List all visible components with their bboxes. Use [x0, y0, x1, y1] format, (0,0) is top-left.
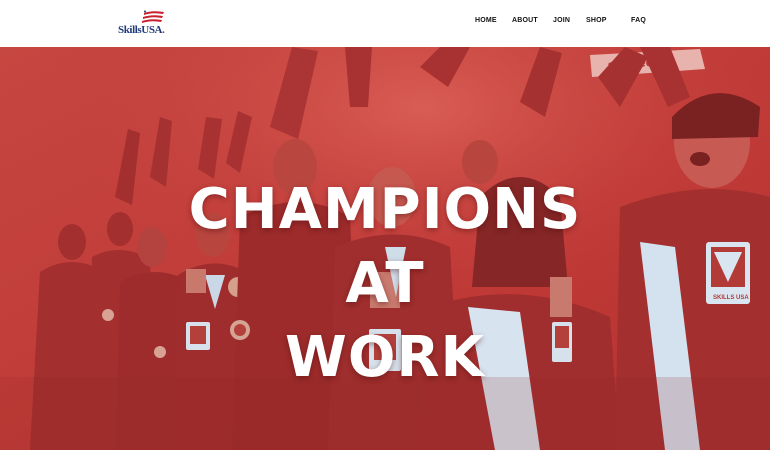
logo-wordmark: SkillsUSA.	[118, 24, 165, 36]
site-header: SkillsUSA. HOME ABOUT JOIN SHOP FAQ	[0, 0, 770, 47]
nav-join[interactable]: JOIN	[553, 17, 570, 24]
page: SkillsUSA. HOME ABOUT JOIN SHOP FAQ SKIL…	[0, 0, 770, 450]
hero-section: spected	[0, 47, 770, 450]
nav-shop[interactable]: SHOP	[586, 17, 607, 24]
nav-home[interactable]: HOME	[475, 17, 497, 24]
hero-title-line-3: WORK	[285, 324, 485, 390]
flag-stripes-icon	[142, 10, 164, 23]
nav-about[interactable]: ABOUT	[512, 17, 538, 24]
hero-title: CHAMPIONS AT WORK	[0, 173, 770, 395]
hero-title-line-2: AT	[345, 250, 425, 316]
hero-title-line-1: CHAMPIONS	[188, 176, 582, 242]
skillsusa-logo[interactable]: SkillsUSA.	[118, 10, 178, 38]
nav-faq[interactable]: FAQ	[631, 17, 646, 24]
